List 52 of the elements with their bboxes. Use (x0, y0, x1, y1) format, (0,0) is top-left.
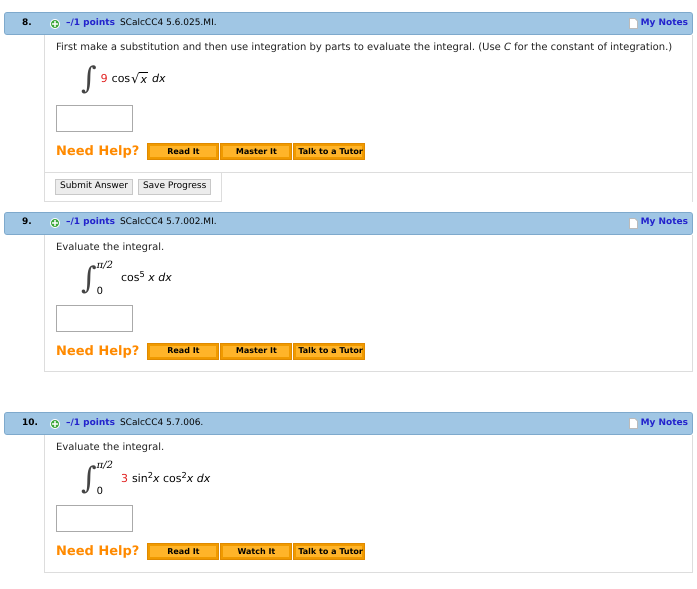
help-button[interactable]: Talk to a Tutor (294, 144, 364, 160)
need-help-label: Need Help? (56, 342, 140, 360)
expand-icon (50, 18, 60, 28)
help-button[interactable]: Master It (221, 344, 292, 359)
help-button[interactable]: Master It (221, 144, 292, 160)
integrand: cos (112, 70, 130, 87)
answer-field[interactable] (56, 505, 133, 532)
question-prompt: Evaluate the integral. (56, 441, 166, 455)
expand-icon (50, 218, 60, 228)
help-button[interactable]: Talk to a Tutor (294, 544, 364, 560)
action-button[interactable]: Save Progress (138, 178, 212, 194)
differential: dx (152, 70, 166, 87)
square-root: √x (131, 72, 148, 86)
document-icon (628, 18, 638, 29)
points: –/1 points (66, 16, 115, 30)
document-icon (628, 218, 638, 228)
my-notes-link[interactable]: My Notes (640, 16, 688, 30)
action-button[interactable]: Submit Answer (55, 178, 133, 194)
expand-icon (50, 418, 60, 428)
question-code: SCalcCC4 5.6.025.MI. (120, 16, 217, 30)
integral-sign: ∫ (81, 64, 97, 94)
answer-field[interactable] (56, 304, 133, 332)
integral-sign: ∫ (81, 264, 97, 294)
coefficient: 9 (100, 70, 108, 87)
question-code: SCalcCC4 5.7.006. (120, 416, 204, 430)
question-prompt: Evaluate the integral. (56, 240, 166, 254)
help-button[interactable]: Read It (148, 544, 218, 560)
integrand: sin$^{2}$x cos$^{2}$x dx (132, 470, 210, 487)
my-notes-link[interactable]: My Notes (640, 416, 688, 430)
need-help-label: Need Help? (56, 543, 140, 561)
need-help-label: Need Help? (56, 143, 140, 161)
help-button[interactable]: Read It (148, 144, 218, 160)
lower-limit: 0 (96, 286, 104, 296)
help-button[interactable]: Read It (148, 344, 218, 359)
integrand: cos$^{5}$ x dx (120, 270, 172, 286)
question-number: 10. (22, 416, 39, 430)
my-notes-link[interactable]: My Notes (640, 216, 688, 230)
help-button[interactable]: Talk to a Tutor (294, 344, 364, 359)
upper-limit: π/2 (96, 260, 113, 270)
coefficient: 3 (120, 470, 128, 487)
integral-sign: ∫ (81, 464, 97, 494)
answer-field[interactable] (56, 105, 133, 132)
question-number: 9. (22, 216, 33, 230)
document-icon (628, 418, 638, 429)
help-button[interactable]: Watch It (221, 544, 292, 560)
points: –/1 points (66, 216, 115, 230)
question-number: 8. (22, 16, 33, 30)
upper-limit: π/2 (96, 461, 113, 471)
question-code: SCalcCC4 5.7.002.MI. (120, 216, 217, 230)
lower-limit: 0 (96, 487, 104, 497)
points: –/1 points (66, 416, 115, 430)
question-prompt: First make a substitution and then use integration by parts to evaluate the integral. (Use C for the constant of integration.) (56, 41, 674, 55)
